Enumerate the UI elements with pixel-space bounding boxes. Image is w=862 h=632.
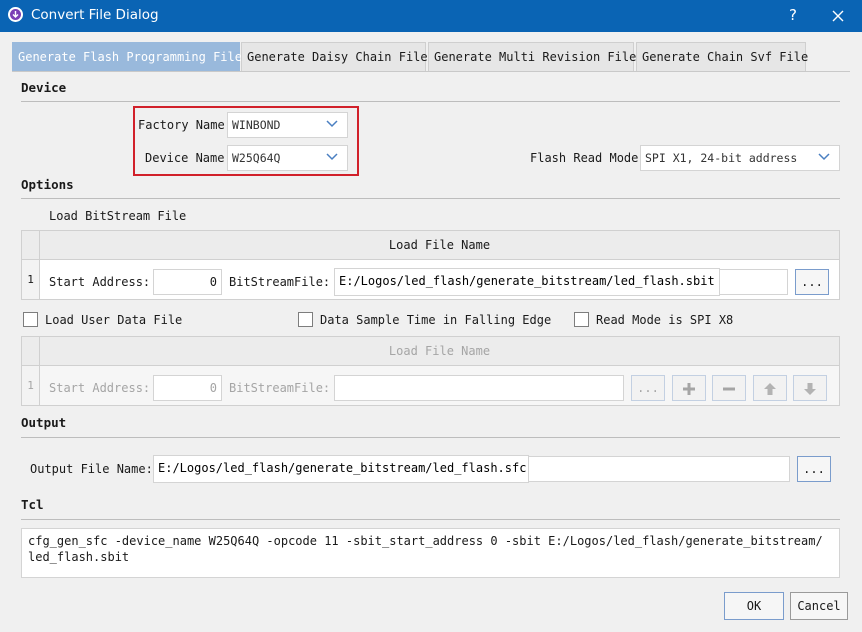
data-sample-label: Data Sample Time in Falling Edge [320,313,552,327]
user-data-grid: Load File Name 1 Start Address: 0 BitStr… [21,336,840,406]
tcl-divider [21,519,840,520]
close-button[interactable] [816,0,860,32]
tab-generate-chain-svf-file[interactable]: Generate Chain Svf File [636,42,808,71]
window-title: Convert File Dialog [31,7,159,23]
tab-generate-multi-revision-file[interactable]: Generate Multi Revision File [428,42,636,71]
row-number: 1 [22,260,40,299]
flash-read-mode-select[interactable]: SPI X1, 24-bit address [640,145,840,171]
start-address-input[interactable]: 0 [153,269,222,295]
bitstream-file-label: BitStreamFile: [229,275,331,289]
options-section-label: Options [21,177,74,192]
chevron-down-icon [818,153,830,161]
device-divider [21,101,840,102]
start-address-label: Start Address: [49,275,151,289]
output-section-label: Output [21,415,67,430]
help-button[interactable]: ? [771,0,815,32]
tcl-command-text[interactable]: cfg_gen_sfc -device_name W25Q64Q -opcode… [21,528,840,578]
move-down-button[interactable] [793,375,827,401]
options-divider [21,198,840,199]
output-divider [21,437,840,438]
tab-bar-divider [12,71,850,72]
output-file-name-label: Output File Name: [30,462,153,476]
plus-icon [683,383,695,395]
app-icon [8,7,23,22]
read-mode-x8-label: Read Mode is SPI X8 [596,313,734,327]
device-name-select[interactable]: W25Q64Q [227,145,348,171]
row-number: 1 [22,366,40,405]
title-bar: Convert File Dialog ? [0,0,862,32]
cancel-button[interactable]: Cancel [790,592,848,620]
flash-read-mode-label: Flash Read Mode [530,151,639,165]
tab-generate-flash-programming-file[interactable]: Generate Flash Programming File [12,42,242,71]
ok-button[interactable]: OK [724,592,784,620]
bitstream-file-value: E:/Logos/led_flash/generate_bitstream/le… [334,268,720,296]
output-browse-button[interactable]: ... [797,456,831,482]
read-mode-x8-checkbox[interactable] [574,312,589,327]
remove-row-button[interactable] [712,375,746,401]
tab-generate-daisy-chain-file[interactable]: Generate Daisy Chain File [241,42,428,71]
chevron-down-icon [326,153,338,161]
tcl-section-label: Tcl [21,497,44,512]
grid-header: Load File Name [40,337,839,366]
bitstream-file-label: BitStreamFile: [229,381,331,395]
move-up-button[interactable] [753,375,787,401]
bitstream-browse-button[interactable]: ... [795,269,829,295]
start-address-label: Start Address: [49,381,151,395]
factory-name-label: Factory Name [138,118,225,132]
grid-header: Load File Name [40,231,839,260]
bitstream-grid: Load File Name 1 Start Address: 0 BitStr… [21,230,840,300]
factory-name-value: WINBOND [232,118,281,132]
factory-name-select[interactable]: WINBOND [227,112,348,138]
device-name-value: W25Q64Q [232,151,281,165]
grid-corner [22,337,40,366]
device-name-label: Device Name [145,151,225,165]
load-user-data-label: Load User Data File [45,313,183,327]
arrow-up-icon [764,383,776,395]
load-bitstream-label: Load BitStream File [49,209,187,223]
chevron-down-icon [326,120,338,128]
device-section-label: Device [21,80,67,95]
minus-icon [723,387,735,391]
add-row-button[interactable] [672,375,706,401]
data-sample-checkbox[interactable] [298,312,313,327]
output-file-name-value: E:/Logos/led_flash/generate_bitstream/le… [153,455,529,483]
flash-read-mode-value: SPI X1, 24-bit address [645,151,798,165]
start-address-input[interactable]: 0 [153,375,222,401]
user-data-file-input[interactable] [334,375,624,401]
close-icon [832,10,844,22]
user-data-browse-button[interactable]: ... [631,375,665,401]
grid-corner [22,231,40,260]
arrow-down-icon [804,383,816,395]
load-user-data-checkbox[interactable] [23,312,38,327]
